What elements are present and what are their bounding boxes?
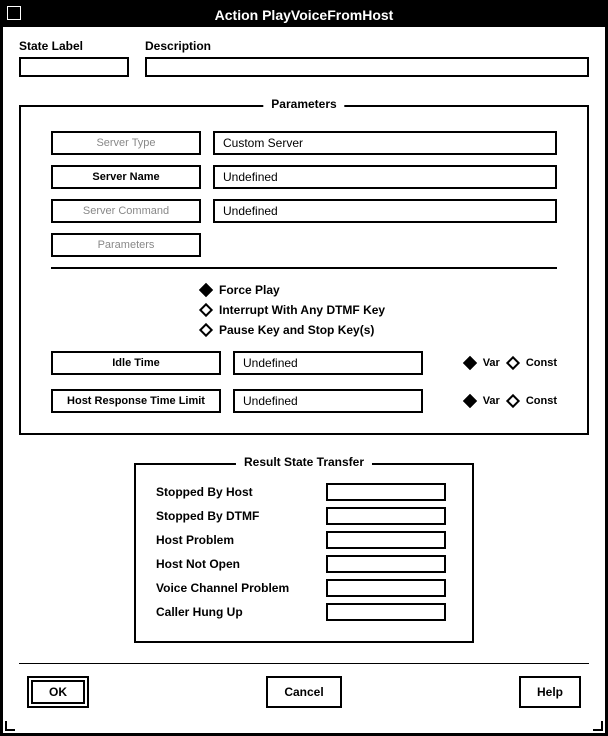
result-label: Voice Channel Problem <box>156 581 326 595</box>
result-fieldset: Result State Transfer Stopped By HostSto… <box>134 463 474 643</box>
corner-decor-icon <box>593 721 603 731</box>
result-input[interactable] <box>326 483 446 501</box>
time-row: Idle Time Undefined Var Const <box>51 351 557 375</box>
time-button[interactable]: Idle Time <box>51 351 221 375</box>
result-input[interactable] <box>326 579 446 597</box>
var-radio-icon[interactable] <box>463 394 477 408</box>
cancel-button[interactable]: Cancel <box>266 676 341 708</box>
result-input[interactable] <box>326 555 446 573</box>
help-button[interactable]: Help <box>519 676 581 708</box>
time-row: Host Response Time Limit Undefined Var Cons… <box>51 389 557 413</box>
diamond-checkbox-icon[interactable] <box>199 283 213 297</box>
param-button: Server Command <box>51 199 201 223</box>
window-title: Action PlayVoiceFromHost <box>215 7 394 23</box>
const-radio-icon[interactable] <box>506 356 520 370</box>
const-label: Const <box>526 357 557 369</box>
var-radio-icon[interactable] <box>463 356 477 370</box>
param-row: Server Name Undefined <box>51 165 557 189</box>
check-row[interactable]: Pause Key and Stop Key(s) <box>201 323 557 337</box>
result-label: Stopped By Host <box>156 485 326 499</box>
result-row: Host Not Open <box>156 555 452 573</box>
param-value[interactable]: Custom Server <box>213 131 557 155</box>
check-row[interactable]: Interrupt With Any DTMF Key <box>201 303 557 317</box>
check-label: Interrupt With Any DTMF Key <box>219 303 385 317</box>
result-label: Stopped By DTMF <box>156 509 326 523</box>
divider <box>51 267 557 269</box>
param-button[interactable]: Server Name <box>51 165 201 189</box>
top-row: State Label Description <box>19 39 589 77</box>
result-label: Host Not Open <box>156 557 326 571</box>
param-row: Server Command Undefined <box>51 199 557 223</box>
var-label: Var <box>483 395 500 407</box>
time-value[interactable]: Undefined <box>233 351 423 375</box>
result-label: Host Problem <box>156 533 326 547</box>
result-row: Host Problem <box>156 531 452 549</box>
description-input[interactable] <box>145 57 589 77</box>
content-area: State Label Description Parameters Serve… <box>3 27 605 728</box>
const-label: Const <box>526 395 557 407</box>
result-input[interactable] <box>326 531 446 549</box>
param-row: Server Type Custom Server <box>51 131 557 155</box>
result-row: Voice Channel Problem <box>156 579 452 597</box>
description-group: Description <box>145 39 589 77</box>
result-row: Caller Hung Up <box>156 603 452 621</box>
parameters-legend: Parameters <box>263 97 344 111</box>
var-label: Var <box>483 357 500 369</box>
corner-decor-icon <box>5 721 15 731</box>
var-const-group: Var Const <box>465 395 557 407</box>
titlebar: Action PlayVoiceFromHost <box>3 3 605 27</box>
time-button[interactable]: Host Response Time Limit <box>51 389 221 413</box>
state-label-input[interactable] <box>19 57 129 77</box>
result-legend: Result State Transfer <box>236 455 372 469</box>
param-row: Parameters <box>51 233 557 257</box>
diamond-checkbox-icon[interactable] <box>199 303 213 317</box>
const-radio-icon[interactable] <box>506 394 520 408</box>
result-input[interactable] <box>326 603 446 621</box>
result-row: Stopped By Host <box>156 483 452 501</box>
state-label-caption: State Label <box>19 39 129 53</box>
result-label: Caller Hung Up <box>156 605 326 619</box>
time-value[interactable]: Undefined <box>233 389 423 413</box>
state-label-group: State Label <box>19 39 129 77</box>
dialog-window: Action PlayVoiceFromHost State Label Des… <box>0 0 608 736</box>
diamond-checkbox-icon[interactable] <box>199 323 213 337</box>
result-input[interactable] <box>326 507 446 525</box>
check-label: Force Play <box>219 283 280 297</box>
check-row[interactable]: Force Play <box>201 283 557 297</box>
param-button: Server Type <box>51 131 201 155</box>
description-caption: Description <box>145 39 589 53</box>
bottom-divider <box>19 663 589 664</box>
button-row: OK Cancel Help <box>19 676 589 716</box>
close-icon[interactable] <box>7 6 21 20</box>
param-button: Parameters <box>51 233 201 257</box>
var-const-group: Var Const <box>465 357 557 369</box>
param-value[interactable]: Undefined <box>213 165 557 189</box>
result-row: Stopped By DTMF <box>156 507 452 525</box>
param-value[interactable]: Undefined <box>213 199 557 223</box>
parameters-fieldset: Parameters Server TypeCustom ServerServe… <box>19 105 589 435</box>
check-label: Pause Key and Stop Key(s) <box>219 323 374 337</box>
ok-button[interactable]: OK <box>31 680 85 704</box>
